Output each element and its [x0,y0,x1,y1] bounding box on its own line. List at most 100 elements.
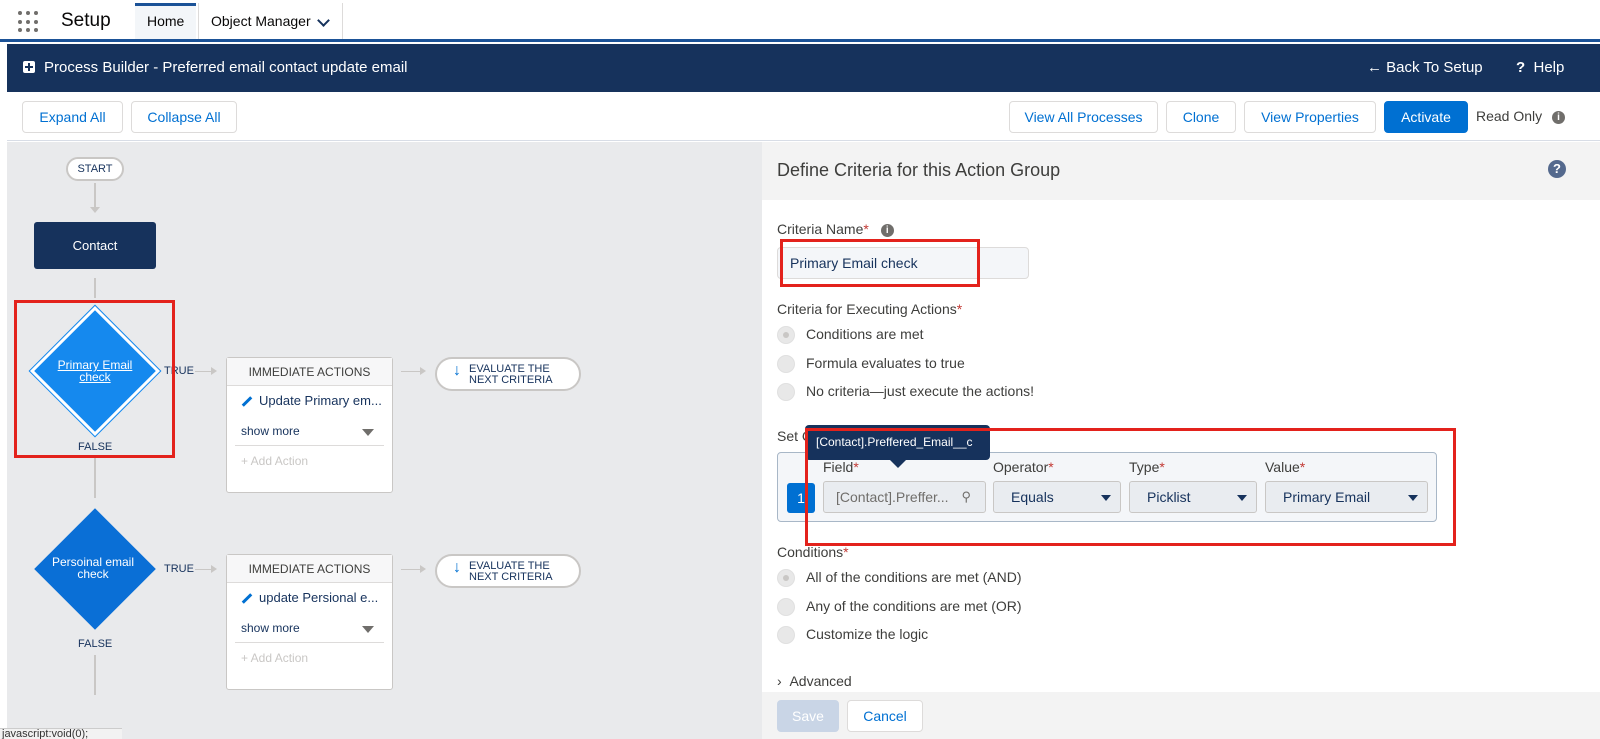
arrow-right-icon [420,565,426,573]
action-label: update Persional e... [259,590,379,605]
criteria-name-label: Criteria Name* i [777,221,894,237]
evaluate-line2: NEXT CRITERIA [469,374,553,386]
conditions-label: Conditions* [777,544,849,560]
tab-object-manager-label: Object Manager [211,13,311,29]
radio-label: Formula evaluates to true [806,355,965,371]
advanced-label: Advanced [789,673,852,689]
arrow-right-icon [420,367,426,375]
question-icon: ? [1516,59,1534,76]
app-launcher-icon[interactable] [18,11,40,33]
immediate-actions-header: IMMEDIATE ACTIONS [227,555,392,583]
status-bar-url: javascript:void(0); [0,728,122,739]
arrow-down-icon: ↓ [453,362,461,379]
radio-custom-logic[interactable] [777,626,795,644]
caret-down-icon [362,429,374,436]
evaluate-label: EVALUATE THE NEXT CRITERIA [469,364,553,386]
evaluate-next-criteria-node[interactable]: ↓ EVALUATE THE NEXT CRITERIA [435,554,581,588]
process-builder-icon [23,61,35,73]
show-more-toggle[interactable]: show more [235,416,384,446]
evaluate-next-criteria-node[interactable]: ↓ EVALUATE THE NEXT CRITERIA [435,357,581,391]
app-name: Setup [61,10,111,31]
immediate-actions-panel: IMMEDIATE ACTIONS Update Primary em... s… [226,357,393,493]
arrow-left-icon: ← [1367,59,1387,76]
radio-label: Conditions are met [806,326,924,342]
pencil-icon [241,396,253,407]
read-only-label: Read Only [1476,108,1543,124]
immediate-actions-panel: IMMEDIATE ACTIONS update Persional e... … [226,554,393,690]
arrow-right-icon [211,367,217,375]
toolbar: Expand All Collapse All View All Process… [7,92,1600,141]
expand-all-button[interactable]: Expand All [22,101,123,133]
activate-button[interactable]: Activate [1384,101,1468,133]
evaluate-label: EVALUATE THE NEXT CRITERIA [469,561,553,583]
radio-formula[interactable] [777,355,795,373]
help-label: Help [1533,59,1565,76]
tab-object-manager[interactable]: Object Manager [198,3,343,39]
arrow-down-icon [90,207,100,213]
show-more-toggle[interactable]: show more [235,613,384,643]
false-label: FALSE [78,638,113,650]
global-nav: Setup Home Object Manager [0,0,1600,42]
radio-label: All of the conditions are met (AND) [806,569,1022,585]
criteria-name-label-text: Criteria Name [777,221,864,237]
connector-line [195,371,212,372]
connector-line [94,183,96,207]
radio-no-criteria[interactable] [777,383,795,401]
object-node[interactable]: Contact [34,222,156,269]
immediate-actions-header: IMMEDIATE ACTIONS [227,358,392,386]
radio-conditions-met[interactable] [777,326,795,344]
tab-home[interactable]: Home [135,3,196,39]
info-icon[interactable]: i [880,223,894,237]
info-icon[interactable]: i [1552,110,1566,124]
radio-or[interactable] [777,598,795,616]
evaluate-line2: NEXT CRITERIA [469,571,553,583]
highlight-box [805,428,1456,546]
connector-line [94,655,96,695]
panel-title: Define Criteria for this Action Group [777,160,1061,180]
action-label: Update Primary em... [259,393,382,408]
pencil-icon [241,593,253,604]
save-button[interactable]: Save [777,700,839,732]
read-only-status: Read Only i [1476,108,1566,124]
connector-line [94,458,96,498]
connector-line [94,278,96,298]
caret-down-icon [362,626,374,633]
criteria-name-line2: check [77,567,109,581]
true-label: TRUE [164,563,194,575]
help-link[interactable]: ? Help [1516,59,1564,76]
action-item[interactable]: Update Primary em... [227,386,392,416]
radio-label: Customize the logic [806,626,929,642]
view-properties-button[interactable]: View Properties [1244,101,1376,133]
clone-button[interactable]: Clone [1166,101,1236,133]
view-all-processes-button[interactable]: View All Processes [1009,101,1158,133]
arrow-right-icon [211,565,217,573]
action-item[interactable]: update Persional e... [227,583,392,613]
chevron-right-icon: › [777,673,790,689]
executing-actions-label-text: Criteria for Executing Actions [777,301,957,317]
add-action-button[interactable]: + Add Action [227,643,392,673]
collapse-all-button[interactable]: Collapse All [131,101,237,133]
start-node: START [66,157,124,181]
help-icon[interactable]: ? [1548,160,1566,178]
highlight-box [780,239,980,287]
chevron-down-icon[interactable] [317,14,330,27]
highlight-box [14,300,175,458]
show-more-label: show more [241,424,300,438]
radio-label: No criteria—just execute the actions! [806,383,1034,399]
cancel-button[interactable]: Cancel [847,700,923,732]
radio-and[interactable] [777,569,795,587]
conditions-label-text: Conditions [777,544,844,560]
connector-line [401,371,421,372]
show-more-label: show more [241,621,300,635]
advanced-toggle[interactable]: › Advanced [777,673,852,689]
process-header: Process Builder - Preferred email contac… [7,44,1600,92]
radio-label: Any of the conditions are met (OR) [806,598,1022,614]
page-title: Process Builder - Preferred email contac… [44,59,408,76]
back-to-setup-link[interactable]: ← Back To Setup [1367,59,1483,76]
executing-actions-label: Criteria for Executing Actions* [777,301,963,317]
connector-line [401,569,421,570]
back-to-setup-label: Back To Setup [1386,59,1483,76]
criteria-node-label[interactable]: Persoinal email check [38,556,148,580]
connector-line [195,569,212,570]
add-action-button[interactable]: + Add Action [227,446,392,476]
